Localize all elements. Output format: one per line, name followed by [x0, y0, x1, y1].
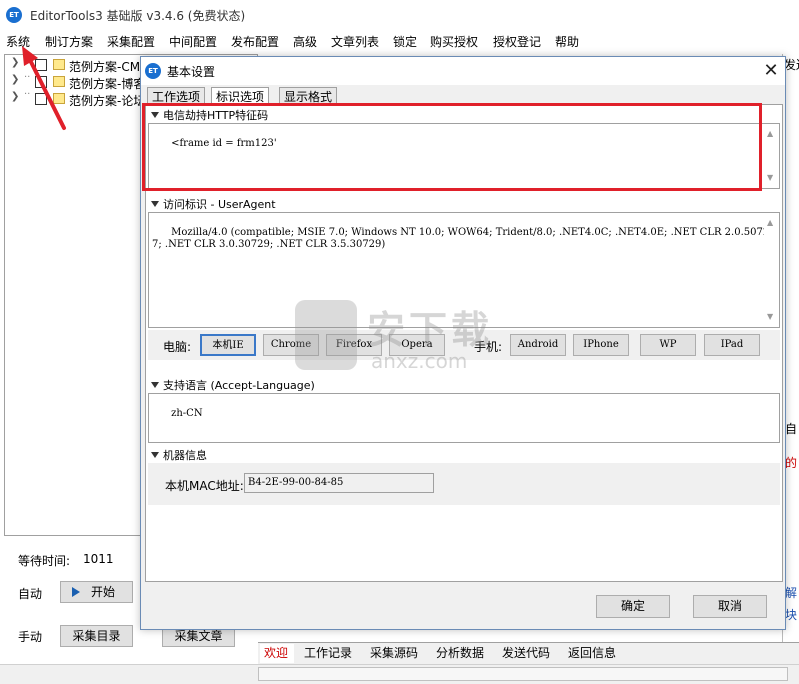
right-fragment: 的 [785, 456, 798, 470]
tab-welcome[interactable]: 欢迎 [260, 644, 295, 663]
section-title: 支持语言 (Accept-Language) [163, 379, 315, 392]
ua-wp-button[interactable]: WP [640, 334, 696, 356]
tree-item-label: 范例方案-博客 [69, 77, 146, 91]
dialog-titlebar: ET 基本设置 ✕ [141, 57, 785, 85]
start-button[interactable]: 开始 [60, 581, 133, 603]
cancel-button[interactable]: 取消 [693, 595, 767, 618]
highlight-box [142, 103, 762, 191]
tab-work-log[interactable]: 工作记录 [300, 644, 358, 663]
manual-label: 手动 [18, 630, 43, 644]
right-fragment: 自 [785, 422, 798, 436]
app-title: EditorTools3 基础版 v3.4.6 (免费状态) [30, 9, 246, 23]
menu-advanced[interactable]: 高级 [293, 33, 317, 50]
machine-info-panel: 本机MAC地址: B4-2E-99-00-84-85 [148, 463, 780, 505]
right-fragment: 块 [785, 608, 798, 622]
menu-article-list[interactable]: 文章列表 [331, 33, 379, 50]
menu-publish-config[interactable]: 发布配置 [231, 33, 279, 50]
tree-item-label: 范例方案-CMS [69, 60, 148, 74]
tab-send-code[interactable]: 发送代码 [498, 644, 556, 663]
right-fragment: 解 [785, 586, 798, 600]
collapse-triangle-icon [151, 452, 159, 458]
menu-register-license[interactable]: 授权登记 [493, 33, 541, 50]
language-value: zh-CN [171, 408, 203, 419]
mac-address-field[interactable]: B4-2E-99-00-84-85 [244, 473, 434, 493]
menu-collect-config[interactable]: 采集配置 [107, 33, 155, 50]
section-header-useragent[interactable]: 访问标识 - UserAgent [148, 196, 276, 211]
menu-help[interactable]: 帮助 [555, 33, 579, 50]
useragent-value: Mozilla/4.0 (compatible; MSIE 7.0; Windo… [152, 227, 770, 250]
scroll-down-icon[interactable]: ▼ [767, 311, 773, 323]
section-title: 机器信息 [163, 449, 207, 462]
wait-time-label: 等待时间: [18, 554, 71, 568]
play-icon [72, 587, 80, 597]
watermark: 安下载 anxz.com [295, 295, 525, 375]
language-textarea[interactable]: zh-CN [148, 393, 780, 443]
tab-analyze-data[interactable]: 分析数据 [432, 644, 490, 663]
ua-iphone-button[interactable]: IPhone [573, 334, 629, 356]
section-header-machine[interactable]: 机器信息 [148, 447, 207, 462]
dialog-title: 基本设置 [167, 65, 216, 79]
tab-collect-source[interactable]: 采集源码 [366, 644, 424, 663]
right-fragment: 发送 [784, 58, 799, 72]
start-button-label: 开始 [91, 585, 116, 599]
scroll-down-icon[interactable]: ▼ [767, 172, 773, 184]
collapse-triangle-icon [151, 201, 159, 207]
scrollbar[interactable]: ▲ ▼ [764, 213, 779, 327]
section-header-language[interactable]: 支持语言 (Accept-Language) [148, 377, 315, 392]
ok-button[interactable]: 确定 [596, 595, 670, 618]
ua-ie-button[interactable]: 本机IE [200, 334, 256, 356]
scroll-up-icon[interactable]: ▲ [767, 128, 773, 140]
mac-address-label: 本机MAC地址: [165, 479, 244, 493]
collect-directory-button[interactable]: 采集目录 [60, 625, 133, 647]
status-field [258, 667, 788, 681]
app-logo-icon: ET [6, 7, 22, 23]
close-icon[interactable]: ✕ [761, 60, 781, 81]
menu-lock[interactable]: 锁定 [393, 33, 417, 50]
watermark-logo-icon [295, 300, 357, 370]
bottom-tab-bar: 欢迎 工作记录 采集源码 分析数据 发送代码 返回信息 [258, 642, 799, 664]
watermark-text: 安下载 [367, 308, 494, 352]
red-arrow-icon [22, 46, 66, 130]
menu-bar: 系统 制订方案 采集配置 中间配置 发布配置 高级 文章列表 锁定 购买授权 授… [0, 30, 799, 52]
scrollbar[interactable]: ▲ ▼ [764, 124, 779, 188]
menu-buy-license[interactable]: 购买授权 [430, 33, 478, 50]
tab-return-info[interactable]: 返回信息 [564, 644, 622, 663]
pc-label: 电脑: [163, 340, 192, 354]
scroll-up-icon[interactable]: ▲ [767, 217, 773, 229]
watermark-subtext: anxz.com [371, 349, 468, 373]
auto-label: 自动 [18, 587, 43, 601]
tree-item-label: 范例方案-论坛 [69, 94, 146, 108]
collapse-triangle-icon [151, 382, 159, 388]
dialog-logo-icon: ET [145, 63, 161, 79]
section-title: 访问标识 - UserAgent [163, 198, 276, 211]
ua-ipad-button[interactable]: IPad [704, 334, 760, 356]
wait-time-value: 1011 [83, 552, 114, 566]
menu-middle-config[interactable]: 中间配置 [169, 33, 217, 50]
main-titlebar: ET EditorTools3 基础版 v3.4.6 (免费状态) [0, 0, 799, 30]
